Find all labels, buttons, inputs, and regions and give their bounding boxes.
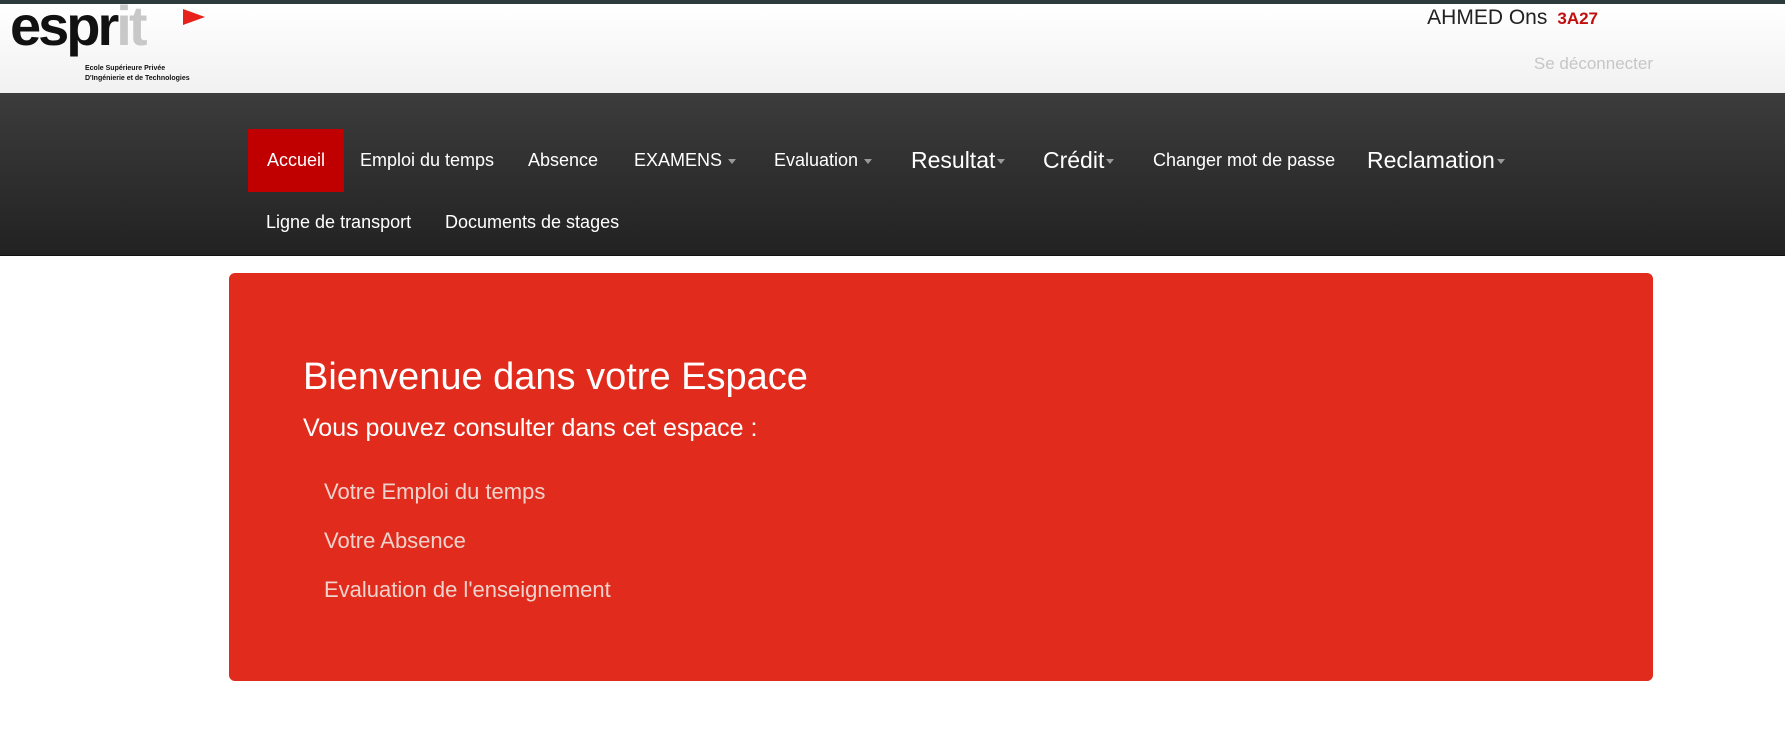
chevron-down-icon bbox=[728, 158, 737, 164]
logo-tagline-line1: Ecole Supérieure Privée bbox=[85, 65, 166, 72]
flag-icon bbox=[183, 9, 205, 25]
user-info: AHMED Ons 3A27 bbox=[1427, 6, 1598, 30]
logout-link[interactable]: Se déconnecter bbox=[1534, 54, 1653, 74]
nav-documents-de-stages[interactable]: Documents de stages bbox=[445, 191, 619, 254]
logo-tagline: Ecole Supérieure Privée D'Ingénierie et … bbox=[85, 64, 190, 84]
nav-resultat-label: Resultat bbox=[911, 147, 996, 173]
nav-changer-mot-de-passe[interactable]: Changer mot de passe bbox=[1153, 129, 1335, 192]
nav-emploi-du-temps[interactable]: Emploi du temps bbox=[360, 129, 494, 192]
link-evaluation-enseignement[interactable]: Evaluation de l'enseignement bbox=[324, 577, 611, 603]
nav-examens-dropdown[interactable]: EXAMENS bbox=[634, 129, 737, 192]
nav-resultat-dropdown[interactable]: Resultat bbox=[911, 129, 1006, 192]
link-emploi-du-temps[interactable]: Votre Emploi du temps bbox=[324, 479, 545, 505]
main-navbar: Accueil Emploi du temps Absence EXAMENS … bbox=[0, 93, 1785, 256]
welcome-subtitle: Vous pouvez consulter dans cet espace : bbox=[303, 414, 758, 442]
welcome-title: Bienvenue dans votre Espace bbox=[303, 356, 808, 398]
logo-word-accent: it bbox=[116, 0, 147, 57]
logo-word-main: espr bbox=[10, 0, 119, 57]
nav-reclamation-dropdown[interactable]: Reclamation bbox=[1367, 129, 1505, 192]
chevron-down-icon bbox=[1106, 159, 1115, 165]
link-absence[interactable]: Votre Absence bbox=[324, 528, 466, 554]
nav-ligne-de-transport[interactable]: Ligne de transport bbox=[266, 191, 411, 254]
nav-reclamation-label: Reclamation bbox=[1367, 147, 1495, 173]
nav-evaluation-dropdown[interactable]: Evaluation bbox=[774, 129, 873, 192]
chevron-down-icon bbox=[864, 158, 873, 164]
nav-credit-dropdown[interactable]: Crédit bbox=[1043, 129, 1115, 192]
logo-wordmark: esprit bbox=[10, 0, 148, 57]
site-header: esprit Ecole Supérieure Privée D'Ingénie… bbox=[0, 0, 1785, 93]
nav-evaluation-label: Evaluation bbox=[774, 150, 859, 170]
user-class-badge: 3A27 bbox=[1557, 9, 1598, 28]
logo-tagline-line2: D'Ingénierie et de Technologies bbox=[85, 75, 190, 82]
nav-accueil[interactable]: Accueil bbox=[248, 129, 345, 192]
nav-absence[interactable]: Absence bbox=[528, 129, 598, 192]
chevron-down-icon bbox=[1496, 159, 1505, 165]
user-name: AHMED Ons bbox=[1427, 6, 1548, 29]
chevron-down-icon bbox=[997, 159, 1006, 165]
nav-credit-label: Crédit bbox=[1043, 147, 1105, 173]
nav-examens-label: EXAMENS bbox=[634, 150, 723, 170]
esprit-logo[interactable]: esprit Ecole Supérieure Privée D'Ingénie… bbox=[10, 0, 210, 86]
welcome-panel: Bienvenue dans votre Espace Vous pouvez … bbox=[229, 273, 1653, 681]
